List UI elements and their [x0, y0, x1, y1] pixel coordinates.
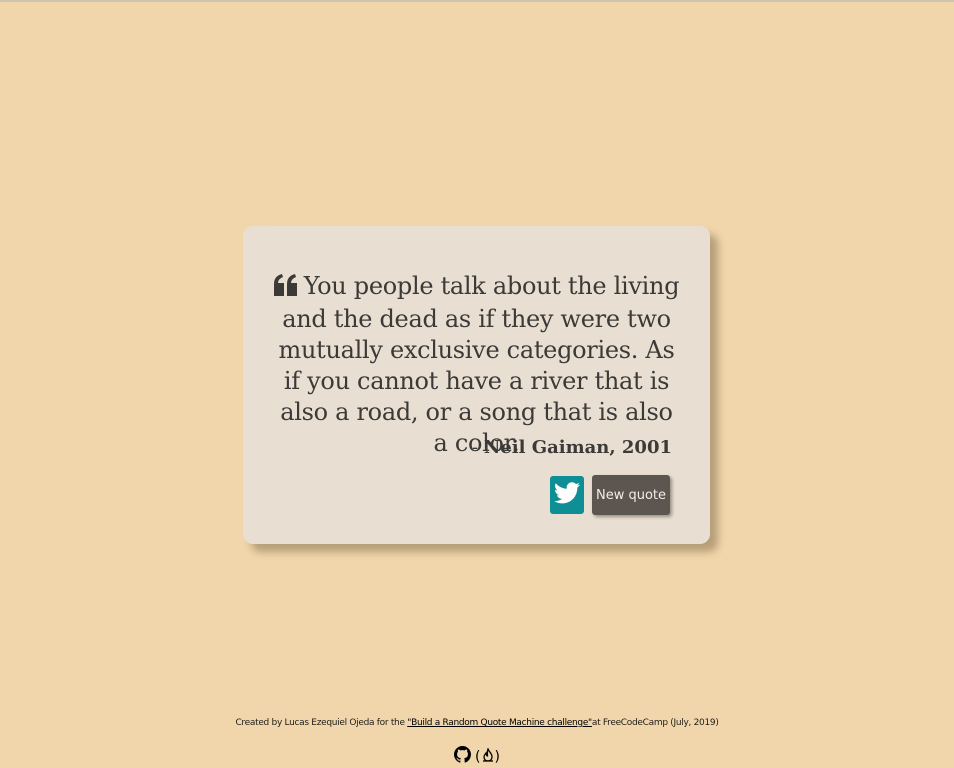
fire-icon: [481, 746, 495, 766]
paren-close: ): [494, 748, 500, 765]
github-link[interactable]: [454, 746, 472, 767]
tweet-button[interactable]: [550, 476, 584, 514]
quote-author: - Neil Gaiman, 2001: [472, 437, 672, 458]
freecodecamp-link[interactable]: ( ): [475, 746, 500, 766]
author-name: Neil Gaiman, 2001: [483, 437, 672, 458]
challenge-link[interactable]: "Build a Random Quote Machine challenge": [407, 718, 592, 728]
author-prefix: -: [472, 437, 484, 458]
github-icon: [454, 746, 472, 767]
quote-text: You people talk about the living and the…: [273, 271, 680, 459]
quote-left-icon: [273, 273, 298, 304]
quote-body: You people talk about the living and the…: [278, 272, 680, 457]
footer-credit-prefix: Created by Lucas Ezequiel Ojeda for the: [235, 718, 408, 728]
twitter-icon: [554, 481, 580, 509]
footer-credit: Created by Lucas Ezequiel Ojeda for the …: [0, 718, 954, 728]
footer-icons: ( ): [0, 746, 954, 767]
new-quote-button[interactable]: New quote: [592, 475, 670, 515]
footer-credit-suffix: at FreeCodeCamp (July, 2019): [591, 718, 719, 728]
quote-card: You people talk about the living and the…: [243, 226, 710, 544]
